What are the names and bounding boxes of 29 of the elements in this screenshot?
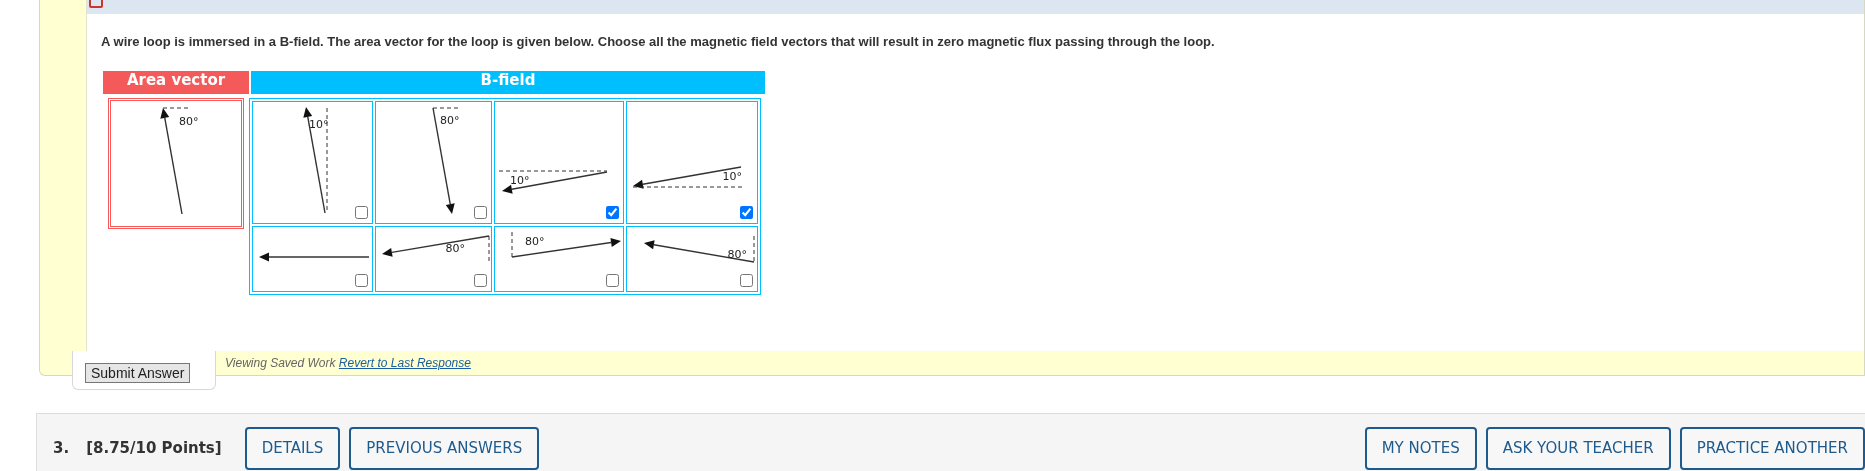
angle-label: 80° xyxy=(179,115,199,128)
status-text: Viewing Saved Work Revert to Last Response xyxy=(225,356,471,370)
angle-label: 80° xyxy=(445,242,465,255)
option-checkbox[interactable] xyxy=(740,206,753,219)
column-header: Area vector xyxy=(103,71,249,94)
action-button[interactable]: PREVIOUS ANSWERS xyxy=(349,426,540,470)
action-button[interactable]: PRACTICE ANOTHER xyxy=(1679,426,1865,470)
angle-label: 80° xyxy=(440,114,460,127)
option-checkbox[interactable] xyxy=(606,206,619,219)
action-button[interactable]: MY NOTES xyxy=(1364,426,1477,470)
question-number: 3. xyxy=(53,439,70,457)
column-header: B-field xyxy=(251,71,765,94)
angle-label: 10° xyxy=(510,174,530,187)
action-button[interactable]: DETAILS xyxy=(244,426,341,470)
points-text: [8.75/10 Points] xyxy=(86,439,222,457)
angle-label: 80° xyxy=(727,248,747,261)
submit-button[interactable]: Submit Answer xyxy=(85,363,191,383)
option-checkbox[interactable] xyxy=(355,274,368,287)
angle-label: 10° xyxy=(722,170,742,183)
action-button[interactable]: ASK YOUR TEACHER xyxy=(1485,426,1671,470)
revert-link[interactable]: Revert to Last Response xyxy=(338,356,471,370)
option-checkbox[interactable] xyxy=(355,206,368,219)
option-checkbox[interactable] xyxy=(474,206,487,219)
question-text: A wire loop is immersed in a B-field. The area vector for the loop is given below. Choose all the magnetic field vectors that will result in zero magnetic flux passing through the loop. xyxy=(100,33,1216,50)
angle-label: 10° xyxy=(309,118,329,131)
option-checkbox[interactable] xyxy=(474,274,487,287)
option-checkbox[interactable] xyxy=(606,274,619,287)
option-checkbox[interactable] xyxy=(740,274,753,287)
angle-label: 80° xyxy=(525,235,545,248)
